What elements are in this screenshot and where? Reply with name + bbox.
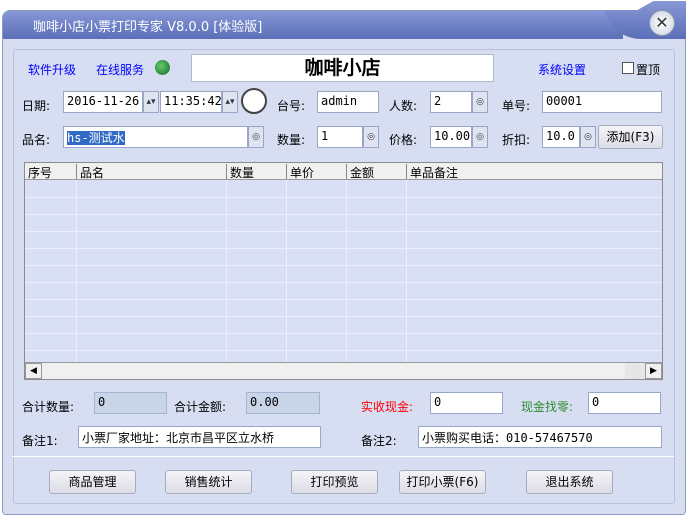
col-header[interactable]: 单品备注	[406, 164, 458, 180]
note2-field[interactable]: 小票购买电话：010-57467570	[418, 426, 662, 448]
cash-label: 实收现金:	[361, 400, 414, 414]
col-header[interactable]: 序号	[25, 164, 52, 180]
order-grid[interactable]: 序号 品名 数量 单价 金额 单品备注 ◀ ▶	[24, 162, 663, 380]
order-field[interactable]: 00001	[542, 91, 662, 113]
scroll-right-arrow[interactable]: ▶	[645, 363, 662, 379]
grid-header: 序号 品名 数量 单价 金额 单品备注	[25, 163, 662, 180]
date-field[interactable]: 2016-11-26	[63, 91, 143, 113]
discount-field[interactable]: 10.0	[542, 126, 580, 148]
print-preview-button[interactable]: 打印预览	[291, 470, 378, 494]
time-spinner[interactable]: ▴▾	[222, 91, 238, 113]
close-button[interactable]: ✕	[649, 10, 675, 36]
note2-label: 备注2:	[361, 434, 397, 448]
price-field[interactable]: 10.00	[430, 126, 472, 148]
total-amount-label: 合计金额:	[174, 400, 227, 414]
grid-row-line	[25, 350, 662, 351]
pin-checkbox[interactable]	[622, 62, 634, 74]
date-label: 日期:	[22, 99, 51, 113]
table-field[interactable]: admin	[317, 91, 379, 113]
horizontal-scrollbar[interactable]: ◀ ▶	[25, 362, 662, 379]
grid-line	[226, 180, 227, 364]
grid-row-line	[25, 299, 662, 300]
product-management-button[interactable]: 商品管理	[49, 470, 136, 494]
exit-button[interactable]: 退出系统	[526, 470, 613, 494]
shop-name: 咖啡小店	[191, 54, 494, 82]
price-dropdown[interactable]: ◎	[472, 126, 488, 148]
stopwatch-icon[interactable]	[241, 88, 267, 114]
grid-row-line	[25, 231, 662, 232]
price-label: 价格:	[389, 133, 418, 147]
upgrade-link[interactable]: 软件升级	[28, 61, 76, 78]
date-spinner[interactable]: ▴▾	[143, 91, 159, 113]
discount-label: 折扣:	[502, 133, 531, 147]
change-label: 现金找零:	[521, 400, 574, 414]
qty-label: 数量:	[277, 133, 306, 147]
grid-row-line	[25, 214, 662, 215]
print-receipt-button[interactable]: 打印小票(F6)	[399, 470, 486, 494]
note1-label: 备注1:	[22, 434, 58, 448]
change-field[interactable]: 0	[588, 392, 661, 414]
col-header[interactable]: 数量	[226, 164, 254, 180]
qty-dropdown[interactable]: ◎	[363, 126, 379, 148]
people-label: 人数:	[389, 99, 418, 113]
total-qty-field: 0	[94, 392, 167, 414]
grid-line	[346, 180, 347, 364]
total-qty-label: 合计数量:	[22, 400, 75, 414]
order-label: 单号:	[502, 99, 531, 113]
product-label: 品名:	[22, 133, 51, 147]
grid-row-line	[25, 333, 662, 334]
people-field[interactable]: 2	[430, 91, 472, 113]
product-select[interactable]: hs-测试水	[63, 126, 248, 148]
grid-line	[406, 180, 407, 364]
time-field[interactable]: 11:35:42	[160, 91, 222, 113]
product-dropdown[interactable]: ◎	[248, 126, 264, 148]
grid-row-line	[25, 248, 662, 249]
col-header[interactable]: 金额	[346, 164, 374, 180]
discount-dropdown[interactable]: ◎	[580, 126, 596, 148]
product-value: hs-测试水	[67, 131, 125, 145]
pin-label: 置顶	[636, 63, 661, 77]
grid-row-line	[25, 282, 662, 283]
sales-stats-button[interactable]: 销售统计	[165, 470, 252, 494]
grid-row-line	[25, 197, 662, 198]
total-amount-field: 0.00	[246, 392, 320, 414]
add-button[interactable]: 添加(F3)	[598, 125, 663, 149]
grid-row-line	[25, 265, 662, 266]
scroll-left-arrow[interactable]: ◀	[25, 363, 42, 379]
col-header[interactable]: 品名	[76, 164, 104, 180]
col-header[interactable]: 单价	[286, 164, 314, 180]
globe-icon	[155, 60, 170, 75]
divider	[12, 456, 674, 457]
system-settings-link[interactable]: 系统设置	[538, 61, 586, 78]
grid-line	[286, 180, 287, 364]
online-service-link[interactable]: 在线服务	[96, 61, 144, 78]
table-label: 台号:	[277, 99, 306, 113]
cash-field[interactable]: 0	[430, 392, 503, 414]
scroll-thumb[interactable]	[625, 363, 645, 379]
people-dropdown[interactable]: ◎	[472, 91, 488, 113]
qty-field[interactable]: 1	[317, 126, 363, 148]
note1-field[interactable]: 小票厂家地址：北京市昌平区立水桥	[78, 426, 321, 448]
grid-row-line	[25, 316, 662, 317]
window-title: 咖啡小店小票打印专家 V8.0.0 [体验版]	[33, 20, 263, 35]
grid-line	[76, 180, 77, 364]
